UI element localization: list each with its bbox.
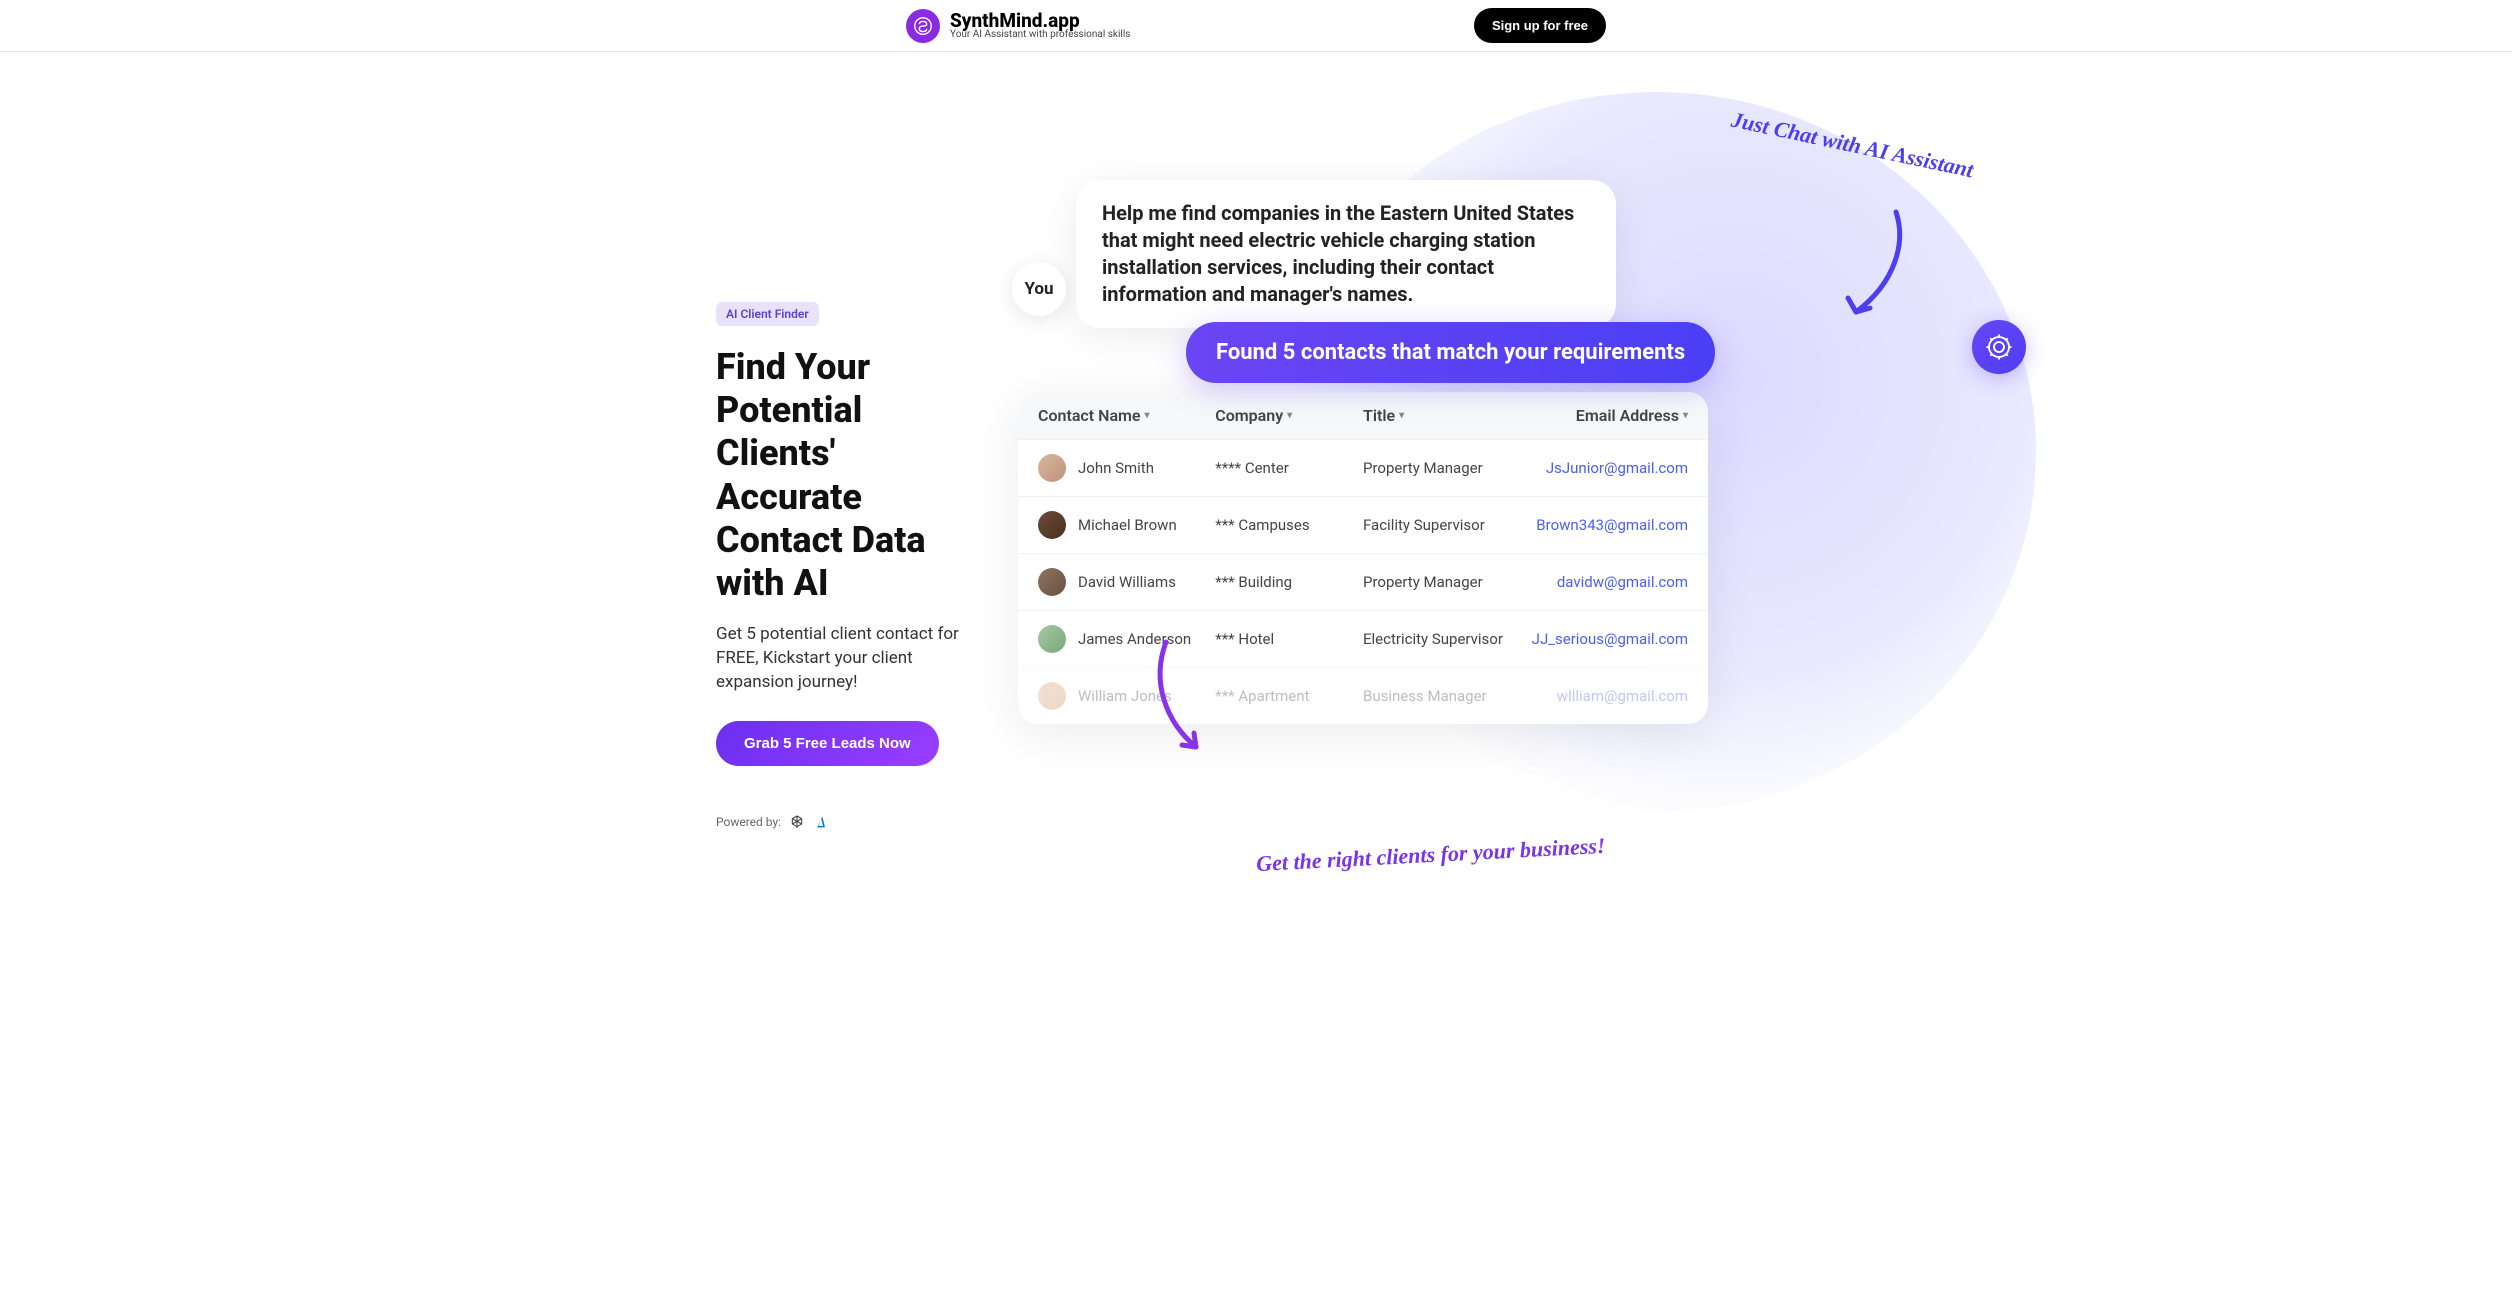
column-header-title[interactable]: Title▾ [1363,406,1511,425]
contact-title: Business Manager [1363,687,1511,705]
column-header-company[interactable]: Company▾ [1215,406,1363,425]
table-row[interactable]: Michael Brown *** Campuses Facility Supe… [1018,496,1708,553]
column-header-email[interactable]: Email Address▾ [1511,406,1688,425]
contact-company: *** Apartment [1215,687,1363,705]
hero-headline: Find Your Potential Clients' Accurate Co… [716,346,976,605]
powered-by: Powered by: [716,814,976,830]
ai-avatar-icon [1972,320,2026,374]
table-row[interactable]: James Anderson *** Hotel Electricity Sup… [1018,610,1708,667]
contacts-header-row: Contact Name▾ Company▾ Title▾ Email Addr… [1018,392,1708,439]
azure-icon [813,814,829,830]
contact-name: John Smith [1078,459,1154,477]
chat-ai-bubble: Found 5 contacts that match your require… [1186,322,1715,383]
annotation-bottom: Get the right clients for your business! [1256,832,1606,876]
hero-right: Just Chat with AI Assistant Help me find… [1016,102,1996,830]
contact-name: Michael Brown [1078,516,1177,534]
chevron-down-icon: ▾ [1287,410,1292,421]
contact-company: *** Campuses [1215,516,1363,534]
brand-name: SynthMind.app [950,11,1130,30]
contact-email: wllliam@gmail.com [1511,687,1688,705]
table-row[interactable]: John Smith **** Center Property Manager … [1018,439,1708,496]
avatar [1038,454,1066,482]
column-header-name[interactable]: Contact Name▾ [1038,406,1215,425]
chevron-down-icon: ▾ [1683,410,1688,421]
you-avatar: You [1012,262,1066,316]
contact-email: Brown343@gmail.com [1511,516,1688,534]
signup-button[interactable]: Sign up for free [1474,8,1606,43]
contact-title: Property Manager [1363,459,1511,477]
header: SynthMind.app Your AI Assistant with pro… [0,0,2512,52]
cta-button[interactable]: Grab 5 Free Leads Now [716,721,939,766]
avatar [1038,682,1066,710]
table-row[interactable]: William Jones *** Apartment Business Man… [1018,667,1708,724]
contacts-table: Contact Name▾ Company▾ Title▾ Email Addr… [1018,392,1708,724]
contact-email: JJ_serious@gmail.com [1511,630,1688,648]
avatar [1038,625,1066,653]
arrow-top-icon [1836,202,1916,332]
contact-company: *** Building [1215,573,1363,591]
hero-badge: AI Client Finder [716,302,819,326]
openai-icon [789,814,805,830]
brand-logo[interactable]: SynthMind.app Your AI Assistant with pro… [906,9,1130,43]
contact-company: **** Center [1215,459,1363,477]
brand-tagline: Your AI Assistant with professional skil… [950,30,1130,40]
chevron-down-icon: ▾ [1145,410,1150,421]
contact-title: Electricity Supervisor [1363,630,1511,648]
contact-company: *** Hotel [1215,630,1363,648]
hero-subhead: Get 5 potential client contact for FREE,… [716,623,976,694]
contact-title: Facility Supervisor [1363,516,1511,534]
contact-email: davidw@gmail.com [1511,573,1688,591]
arrow-bottom-icon [1146,632,1216,762]
table-row[interactable]: David Williams *** Building Property Man… [1018,553,1708,610]
chat-user-bubble: Help me find companies in the Eastern Un… [1076,180,1616,328]
avatar [1038,511,1066,539]
contact-name: David Williams [1078,573,1176,591]
contact-title: Property Manager [1363,573,1511,591]
hero-left: AI Client Finder Find Your Potential Cli… [516,102,976,830]
powered-label: Powered by: [716,815,781,829]
chevron-down-icon: ▾ [1399,410,1404,421]
avatar [1038,568,1066,596]
brand-logo-icon [906,9,940,43]
contact-email: JsJunior@gmail.com [1511,459,1688,477]
